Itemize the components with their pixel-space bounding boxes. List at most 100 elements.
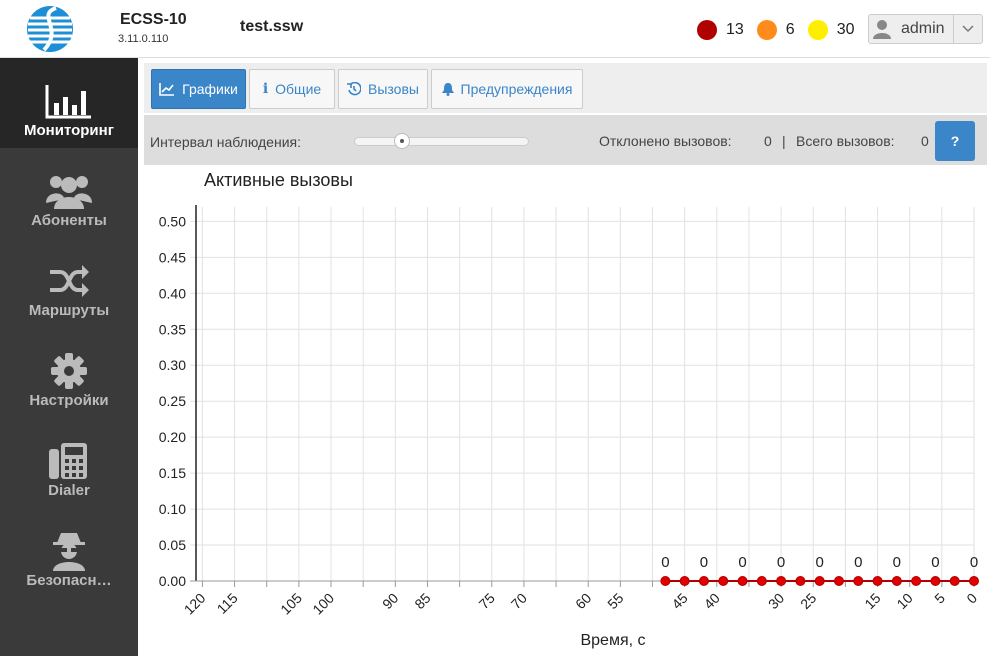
- sidebar-item-monitoring[interactable]: Мониторинг: [0, 58, 138, 148]
- user-menu-button[interactable]: admin: [868, 14, 983, 44]
- active-calls-chart: 0.00 0.05 0.10 0.15 0.20 0.25 0.30 0.35 0.40 0.45…: [159, 205, 980, 649]
- sidebar-item-settings[interactable]: Настройки: [0, 328, 138, 418]
- data-label: 0: [700, 554, 708, 571]
- y-tick-label: 0.05: [159, 537, 186, 553]
- tab-charts[interactable]: Графики: [151, 69, 246, 109]
- alarm-minor-count: 30: [836, 21, 855, 38]
- data-point: [718, 576, 729, 586]
- tab-calls[interactable]: Вызовы: [338, 69, 428, 109]
- user-name: admin: [901, 20, 945, 37]
- data-point: [853, 576, 864, 586]
- users-icon: [46, 172, 92, 210]
- y-tick-label: 0.30: [159, 357, 186, 373]
- x-tick-label: 60: [572, 590, 594, 612]
- sidebar-item-label: Безопасн…: [26, 572, 112, 589]
- shuffle-icon: [48, 262, 90, 300]
- data-point: [776, 576, 787, 586]
- rejected-calls-value: 0: [764, 133, 772, 149]
- data-label: 0: [931, 554, 939, 571]
- data-label: 0: [661, 554, 669, 571]
- interval-slider[interactable]: [354, 133, 529, 149]
- x-tick-label: 115: [214, 590, 241, 617]
- tab-label: Графики: [182, 81, 238, 97]
- y-tick-label: 0.10: [159, 501, 186, 517]
- spy-icon: [51, 532, 87, 571]
- x-tick-label: 100: [309, 590, 337, 618]
- y-tick-label: 0.40: [159, 285, 186, 301]
- y-tick-label: 0.20: [159, 429, 186, 445]
- data-point: [911, 576, 922, 586]
- x-tick-label: 70: [508, 590, 530, 612]
- bar-chart-icon: [45, 82, 93, 120]
- data-label: 0: [738, 554, 746, 571]
- app-header: ECSS-10 3.11.0.110 test.ssw 13 6 30 admi…: [0, 0, 990, 58]
- data-label: 0: [777, 554, 785, 571]
- bell-icon: [441, 82, 454, 96]
- user-icon: [869, 15, 895, 43]
- data-point: [872, 576, 883, 586]
- alarm-critical-count: 13: [726, 21, 744, 38]
- data-point: [756, 576, 767, 586]
- critical-dot-icon: [697, 20, 717, 40]
- data-point: [814, 576, 825, 586]
- data-point: [660, 576, 671, 586]
- x-tick-label: 40: [701, 590, 723, 612]
- x-tick-label: 15: [861, 590, 883, 612]
- y-tick-label: 0.15: [159, 465, 186, 481]
- x-tick-label: 105: [277, 590, 305, 618]
- data-label: 0: [854, 554, 862, 571]
- minor-dot-icon: [807, 20, 828, 40]
- y-tick-label: 0.45: [159, 249, 186, 265]
- data-point: [698, 576, 709, 586]
- info-icon: i: [262, 81, 269, 97]
- alarm-major[interactable]: 6: [756, 20, 795, 40]
- tab-bar: Графики i Общие Вызовы Предупреждения: [144, 63, 987, 113]
- tab-general[interactable]: i Общие: [249, 69, 335, 109]
- x-tick-label: 5: [931, 590, 948, 607]
- data-point: [679, 576, 690, 586]
- data-label: 0: [970, 554, 978, 571]
- interval-label: Интервал наблюдения:: [150, 134, 301, 150]
- sidebar-item-security[interactable]: Безопасн…: [0, 508, 138, 598]
- x-tick-label: 55: [604, 590, 626, 612]
- tab-label: Общие: [275, 81, 322, 97]
- x-tick-label: 45: [668, 590, 690, 612]
- line-chart-icon: [159, 82, 175, 96]
- tab-label: Предупреждения: [460, 81, 573, 97]
- x-tick-label: 25: [797, 590, 819, 612]
- x-tick-label: 120: [181, 590, 209, 618]
- sidebar-item-routes[interactable]: Маршруты: [0, 238, 138, 328]
- data-point: [737, 576, 748, 586]
- sidebar-item-dialer[interactable]: Dialer: [0, 418, 138, 508]
- alarm-critical[interactable]: 13: [697, 20, 744, 40]
- toolbar-separator: |: [782, 133, 786, 149]
- data-point: [833, 576, 844, 586]
- sidebar: Мониторинг Абоненты Маршруты Настройки D…: [0, 58, 138, 656]
- x-tick-label: 85: [411, 590, 433, 612]
- data-point: [969, 576, 979, 586]
- y-tick-label: 0.00: [159, 573, 186, 589]
- sidebar-item-subscribers[interactable]: Абоненты: [0, 148, 138, 238]
- rejected-calls-label: Отклонено вызовов:: [599, 133, 732, 149]
- interval-slider-handle[interactable]: [394, 133, 410, 149]
- help-button[interactable]: ?: [935, 121, 975, 161]
- history-icon: [347, 82, 362, 96]
- major-dot-icon: [756, 20, 777, 40]
- chevron-down-icon[interactable]: [953, 15, 981, 43]
- y-tick-label: 0.25: [159, 393, 186, 409]
- data-point: [795, 576, 806, 586]
- alarm-minor[interactable]: 30: [807, 20, 855, 40]
- alarm-counters: 13 6 30: [697, 20, 868, 40]
- data-point: [891, 576, 902, 586]
- data-point: [949, 576, 960, 586]
- sidebar-item-label: Маршруты: [28, 302, 110, 319]
- y-tick-label: 0.50: [159, 213, 186, 229]
- alarm-major-count: 6: [785, 21, 795, 38]
- gear-icon: [51, 352, 87, 390]
- tab-warnings[interactable]: Предупреждения: [431, 69, 583, 109]
- config-file-name: test.ssw: [240, 18, 304, 35]
- sidebar-item-label: Мониторинг: [24, 122, 114, 139]
- eltex-logo-icon: [27, 6, 73, 52]
- x-tick-label: 0: [963, 590, 980, 607]
- data-label: 0: [893, 554, 901, 571]
